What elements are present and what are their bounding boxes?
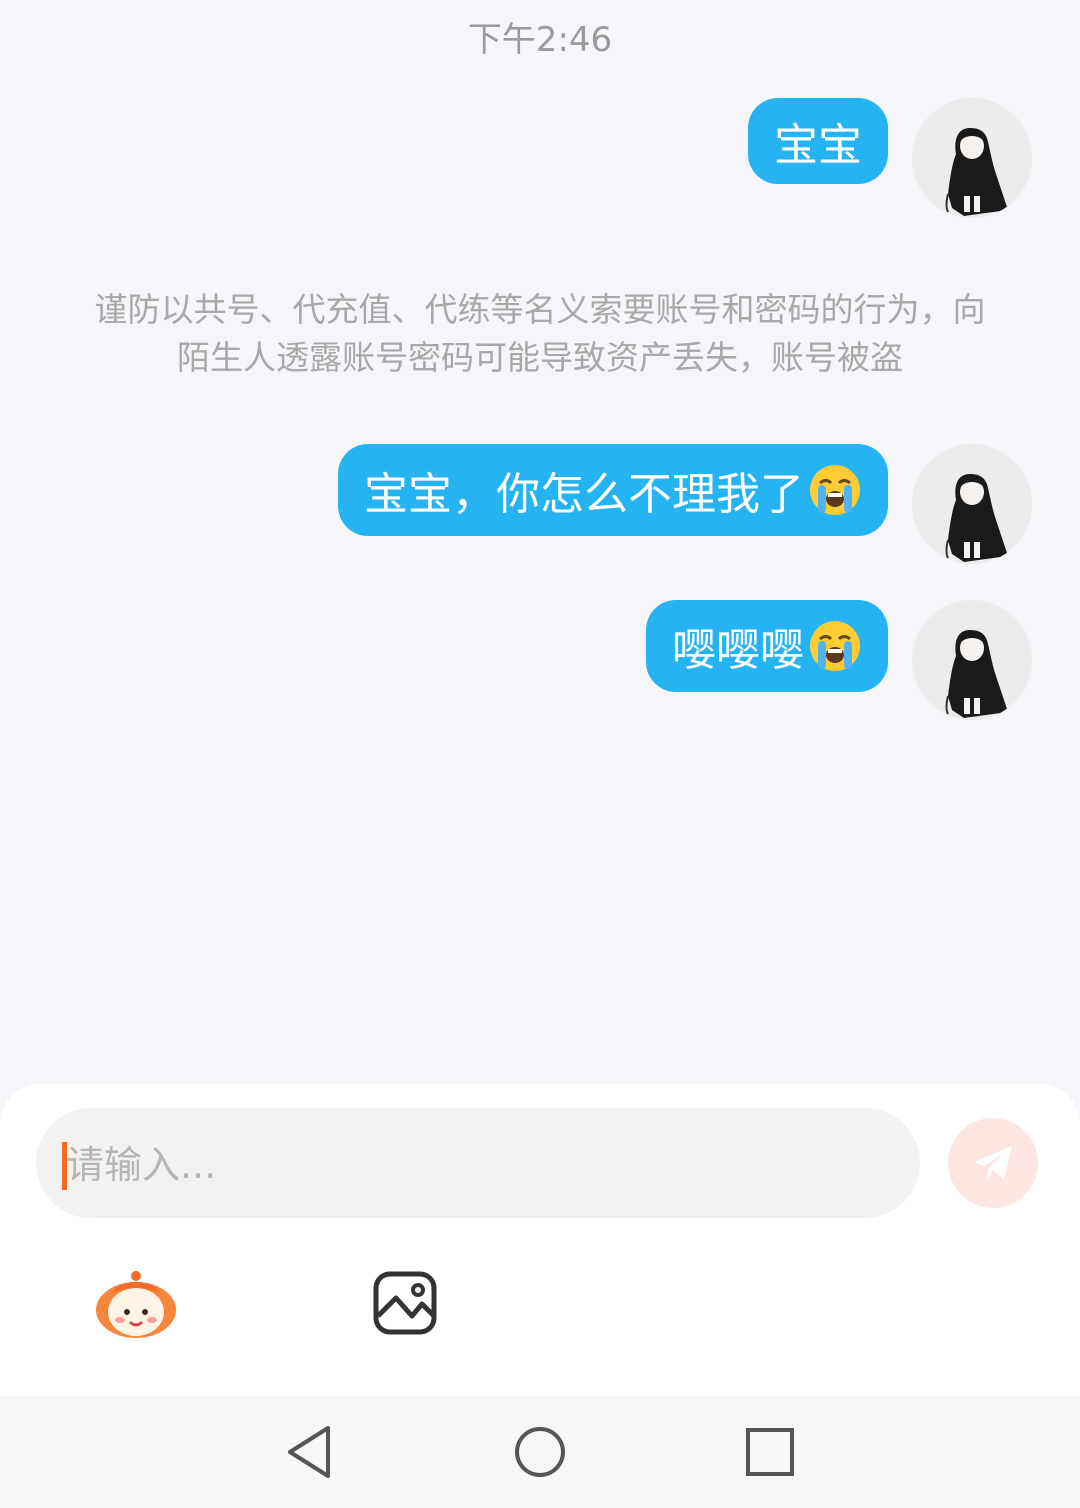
image-picker-icon	[373, 1271, 437, 1335]
paper-plane-icon	[974, 1146, 1012, 1180]
loudly-crying-face-icon	[808, 463, 862, 517]
recents-button[interactable]	[742, 1424, 798, 1480]
loudly-crying-face-icon	[808, 619, 862, 673]
emoji-sticker-icon	[96, 1271, 176, 1338]
chat-bubble-text: 宝宝，你怎么不理我了	[364, 469, 804, 520]
recents-square-icon	[746, 1428, 794, 1476]
avatar[interactable]	[912, 98, 1032, 218]
back-button[interactable]	[284, 1424, 340, 1480]
avatar[interactable]	[912, 600, 1032, 720]
home-button[interactable]	[512, 1424, 568, 1480]
user-avatar-image	[912, 600, 1032, 720]
security-notice: 谨防以共号、代充值、代练等名义索要账号和密码的行为，向陌生人透露账号密码可能导致…	[94, 290, 986, 377]
message-row: 宝宝	[748, 98, 1032, 218]
send-button[interactable]	[948, 1118, 1038, 1208]
chat-screen: 下午2:46 宝宝 谨防以共号、代充值、代练等名义索要账号和密码的行为，向陌生人…	[0, 0, 1080, 1508]
chat-bubble[interactable]: 嘤嘤嘤	[646, 600, 888, 692]
chat-bubble[interactable]: 宝宝	[748, 98, 888, 184]
message-row: 宝宝，你怎么不理我了	[338, 444, 1032, 564]
home-circle-icon	[515, 1427, 565, 1477]
system-navigation-bar	[0, 1396, 1080, 1508]
message-row: 嘤嘤嘤	[646, 600, 1032, 720]
avatar[interactable]	[912, 444, 1032, 564]
emoji-sticker-button[interactable]	[92, 1268, 180, 1340]
message-timestamp: 下午2:46	[467, 20, 613, 60]
user-avatar-image	[912, 98, 1032, 218]
user-avatar-image	[912, 444, 1032, 564]
chat-bubble-text: 嘤嘤嘤	[672, 625, 804, 676]
message-input-placeholder: 请输入...	[66, 1143, 217, 1187]
image-picker-button[interactable]	[372, 1270, 438, 1336]
message-input[interactable]: 请输入...	[36, 1108, 920, 1218]
composer-panel: 请输入...	[0, 1084, 1080, 1396]
chat-bubble[interactable]: 宝宝，你怎么不理我了	[338, 444, 888, 536]
back-triangle-icon	[288, 1426, 330, 1478]
chat-bubble-text: 宝宝	[774, 120, 862, 171]
